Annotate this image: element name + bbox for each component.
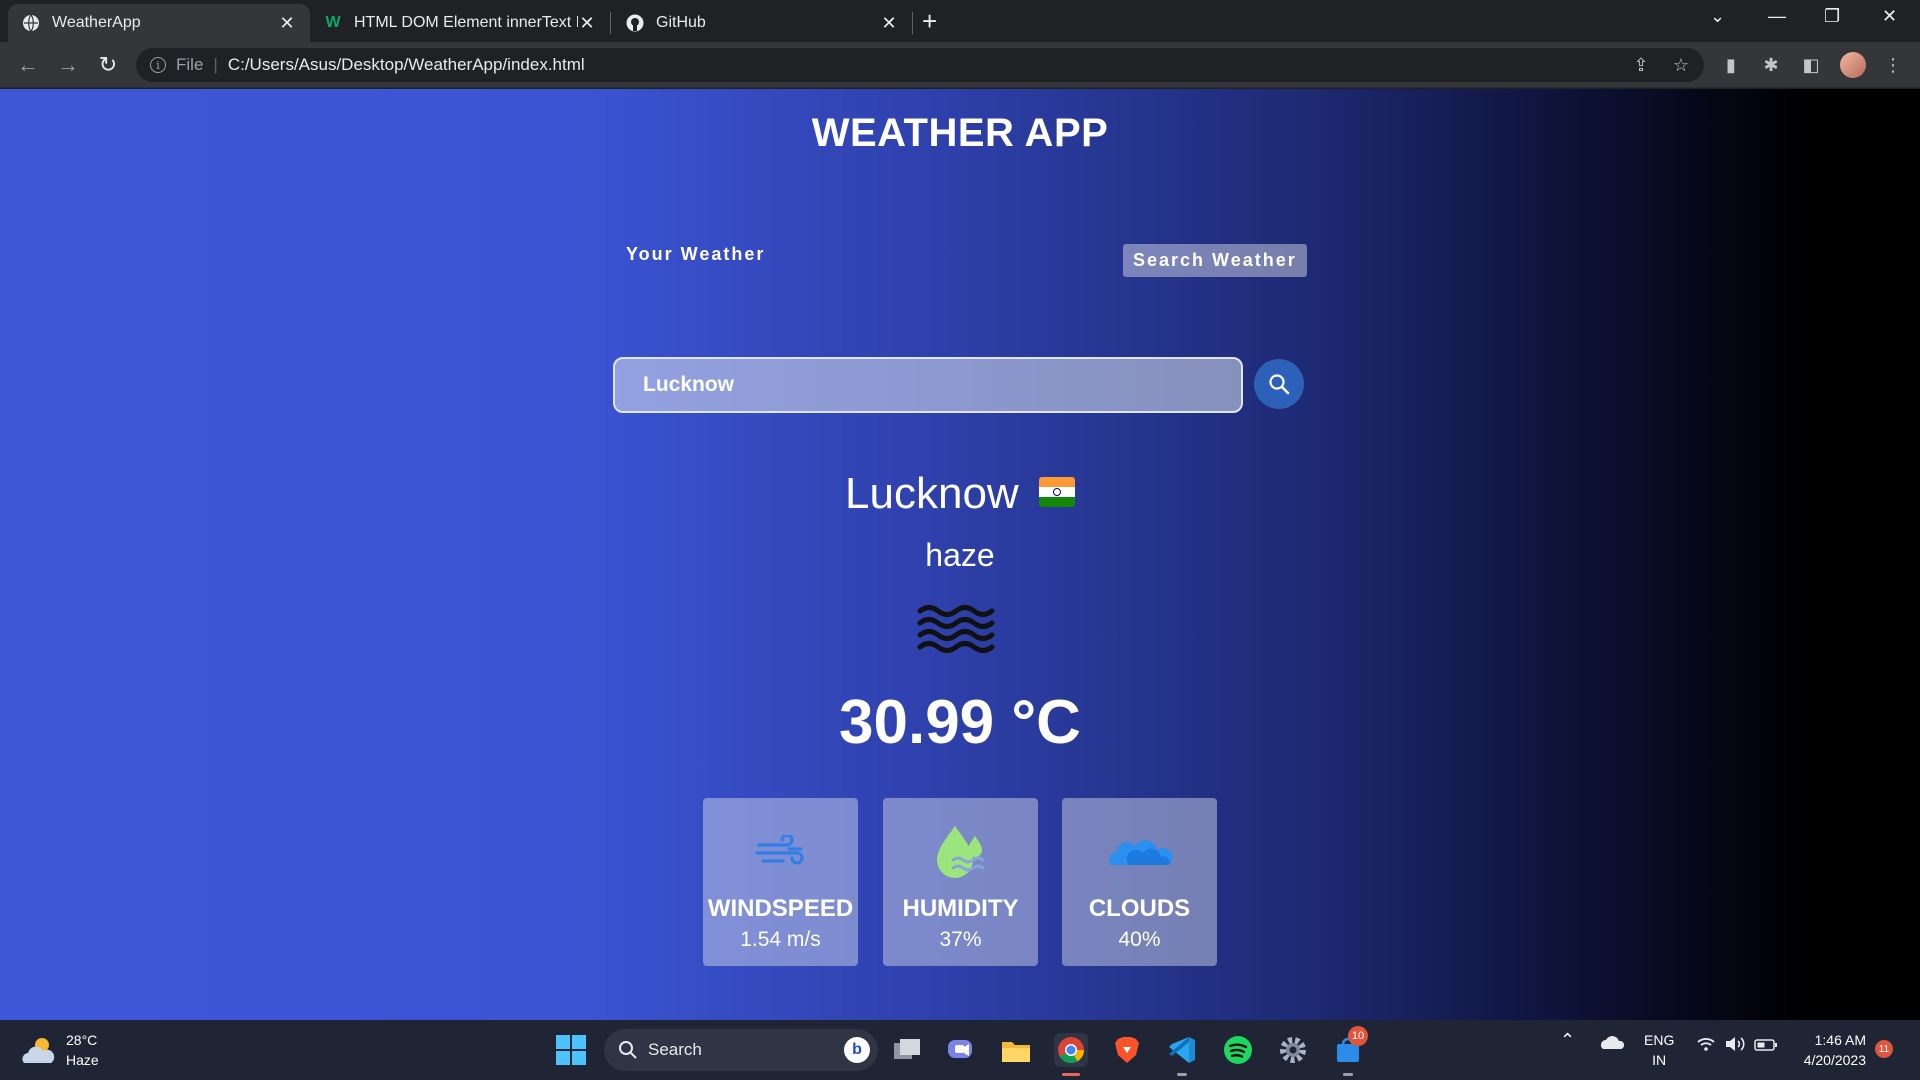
tab-html-dom[interactable]: W HTML DOM Element innerText Pr ✕ (310, 4, 610, 42)
file-explorer-icon[interactable] (999, 1033, 1033, 1067)
tab-title: HTML DOM Element innerText Pr (354, 14, 578, 31)
clouds-label: CLOUDS (1088, 895, 1191, 922)
reload-button[interactable]: ↻ (94, 51, 122, 79)
taskbar-weather-temp: 28°C (66, 1032, 98, 1048)
info-icon[interactable]: i (150, 57, 166, 73)
close-tab-icon[interactable]: ✕ (880, 13, 898, 34)
wifi-icon[interactable] (1696, 1036, 1716, 1057)
task-view-icon[interactable] (890, 1033, 924, 1067)
bookmark-star-icon[interactable]: ☆ (1668, 52, 1694, 78)
extension-icon[interactable]: ▮ (1718, 52, 1744, 78)
windspeed-card: WINDSPEED 1.54 m/s (703, 798, 858, 966)
clock-date: 4/20/2023 (1803, 1052, 1866, 1068)
temperature: 30.99 °C (839, 688, 1081, 757)
language-indicator[interactable]: ENG IN (1644, 1030, 1674, 1070)
taskbar-weather-condition: Haze (66, 1052, 99, 1068)
city-search-input[interactable] (643, 373, 1241, 397)
back-button[interactable]: ← (14, 51, 42, 79)
teams-chat-icon[interactable] (944, 1033, 978, 1067)
tab-title: GitHub (656, 14, 706, 31)
humidity-card: HUMIDITY 37% (883, 798, 1038, 966)
language-line1: ENG (1644, 1032, 1675, 1048)
app-title: WEATHER APP (811, 111, 1109, 155)
side-panel-icon[interactable]: ◧ (1798, 52, 1824, 78)
search-icon (619, 1041, 637, 1059)
address-bar[interactable]: i File | C:/Users/Asus/Desktop/WeatherAp… (136, 48, 1704, 82)
clock[interactable]: 1:46 AM 4/20/2023 (1796, 1030, 1866, 1070)
url-divider: | (213, 55, 218, 74)
search-weather-tab[interactable]: Search Weather (1123, 244, 1307, 277)
haze-icon (917, 605, 995, 653)
w3schools-icon: W (325, 14, 341, 31)
close-tab-icon[interactable]: ✕ (278, 13, 296, 34)
share-icon[interactable]: ⇪ (1628, 52, 1654, 78)
windspeed-label: WINDSPEED (707, 895, 854, 922)
clock-time: 1:46 AM (1814, 1032, 1866, 1048)
store-badge: 10 (1348, 1026, 1368, 1046)
tab-divider (912, 12, 913, 34)
weather-app-page: WEATHER APP Your Weather Search Weather … (0, 89, 1920, 1020)
taskbar: 28°C Haze Search b 10 ⌃ ENG IN 1:46 AM 4… (0, 1020, 1920, 1080)
search-field (613, 357, 1243, 413)
volume-icon[interactable] (1724, 1036, 1746, 1057)
restore-button[interactable]: ❐ (1824, 6, 1840, 27)
clouds-card: CLOUDS 40% (1062, 798, 1217, 966)
tab-divider (610, 12, 611, 34)
battery-icon[interactable] (1754, 1037, 1778, 1057)
forward-button[interactable]: → (54, 51, 82, 79)
start-button[interactable] (556, 1035, 586, 1065)
chrome-icon[interactable] (1054, 1033, 1088, 1076)
your-weather-tab[interactable]: Your Weather (626, 244, 765, 265)
show-hidden-icons-chevron-icon[interactable]: ⌃ (1560, 1030, 1575, 1050)
search-button[interactable] (1254, 359, 1304, 409)
new-tab-button[interactable]: + (922, 6, 937, 37)
browser-toolbar: ← → ↻ i File | C:/Users/Asus/Desktop/Wea… (0, 42, 1920, 88)
language-line2: IN (1652, 1052, 1667, 1068)
vscode-icon[interactable] (1165, 1033, 1199, 1076)
weather-description: haze (925, 537, 995, 573)
settings-gear-icon[interactable] (1276, 1033, 1310, 1067)
cloud-icon (1108, 840, 1173, 865)
humidity-label: HUMIDITY (902, 895, 1019, 922)
partly-cloudy-icon (22, 1038, 55, 1063)
search-icon (1269, 374, 1290, 395)
city-name-row: Lucknow (0, 469, 1920, 519)
city-name: Lucknow (845, 469, 1019, 518)
onedrive-cloud-icon[interactable] (1600, 1034, 1625, 1055)
brave-icon[interactable] (1110, 1033, 1144, 1067)
browser-tab-strip: WeatherApp ✕ W HTML DOM Element innerTex… (0, 0, 1920, 42)
tab-weatherapp[interactable]: WeatherApp ✕ (8, 4, 310, 42)
taskbar-search-label: Search (648, 1040, 702, 1059)
close-tab-icon[interactable]: ✕ (578, 13, 596, 34)
notification-badge[interactable]: 11 (1875, 1040, 1893, 1058)
humidity-value: 37% (939, 928, 982, 951)
github-icon (626, 14, 644, 32)
url-text: C:/Users/Asus/Desktop/WeatherApp/index.h… (227, 55, 585, 74)
spotify-icon[interactable] (1221, 1033, 1255, 1067)
taskbar-search[interactable]: Search b (604, 1029, 878, 1071)
close-window-button[interactable]: ✕ (1882, 6, 1897, 27)
bing-icon[interactable]: b (844, 1037, 870, 1063)
minimize-button[interactable]: — (1768, 6, 1786, 27)
country-flag-icon (1038, 477, 1075, 508)
menu-icon[interactable]: ⋮ (1880, 52, 1906, 78)
humidity-icon (936, 826, 984, 878)
tab-github[interactable]: GitHub ✕ (612, 4, 912, 42)
wind-icon (754, 835, 804, 865)
tab-title: WeatherApp (52, 14, 141, 31)
tab-search-icon[interactable]: ⌄ (1710, 6, 1725, 27)
globe-icon (22, 14, 40, 32)
taskbar-weather-widget[interactable]: 28°C Haze (20, 1030, 99, 1070)
clouds-value: 40% (1118, 928, 1161, 951)
profile-avatar[interactable] (1840, 52, 1866, 78)
windspeed-value: 1.54 m/s (740, 928, 821, 951)
url-scheme: File (176, 55, 204, 74)
extensions-puzzle-icon[interactable]: ✱ (1758, 52, 1784, 78)
